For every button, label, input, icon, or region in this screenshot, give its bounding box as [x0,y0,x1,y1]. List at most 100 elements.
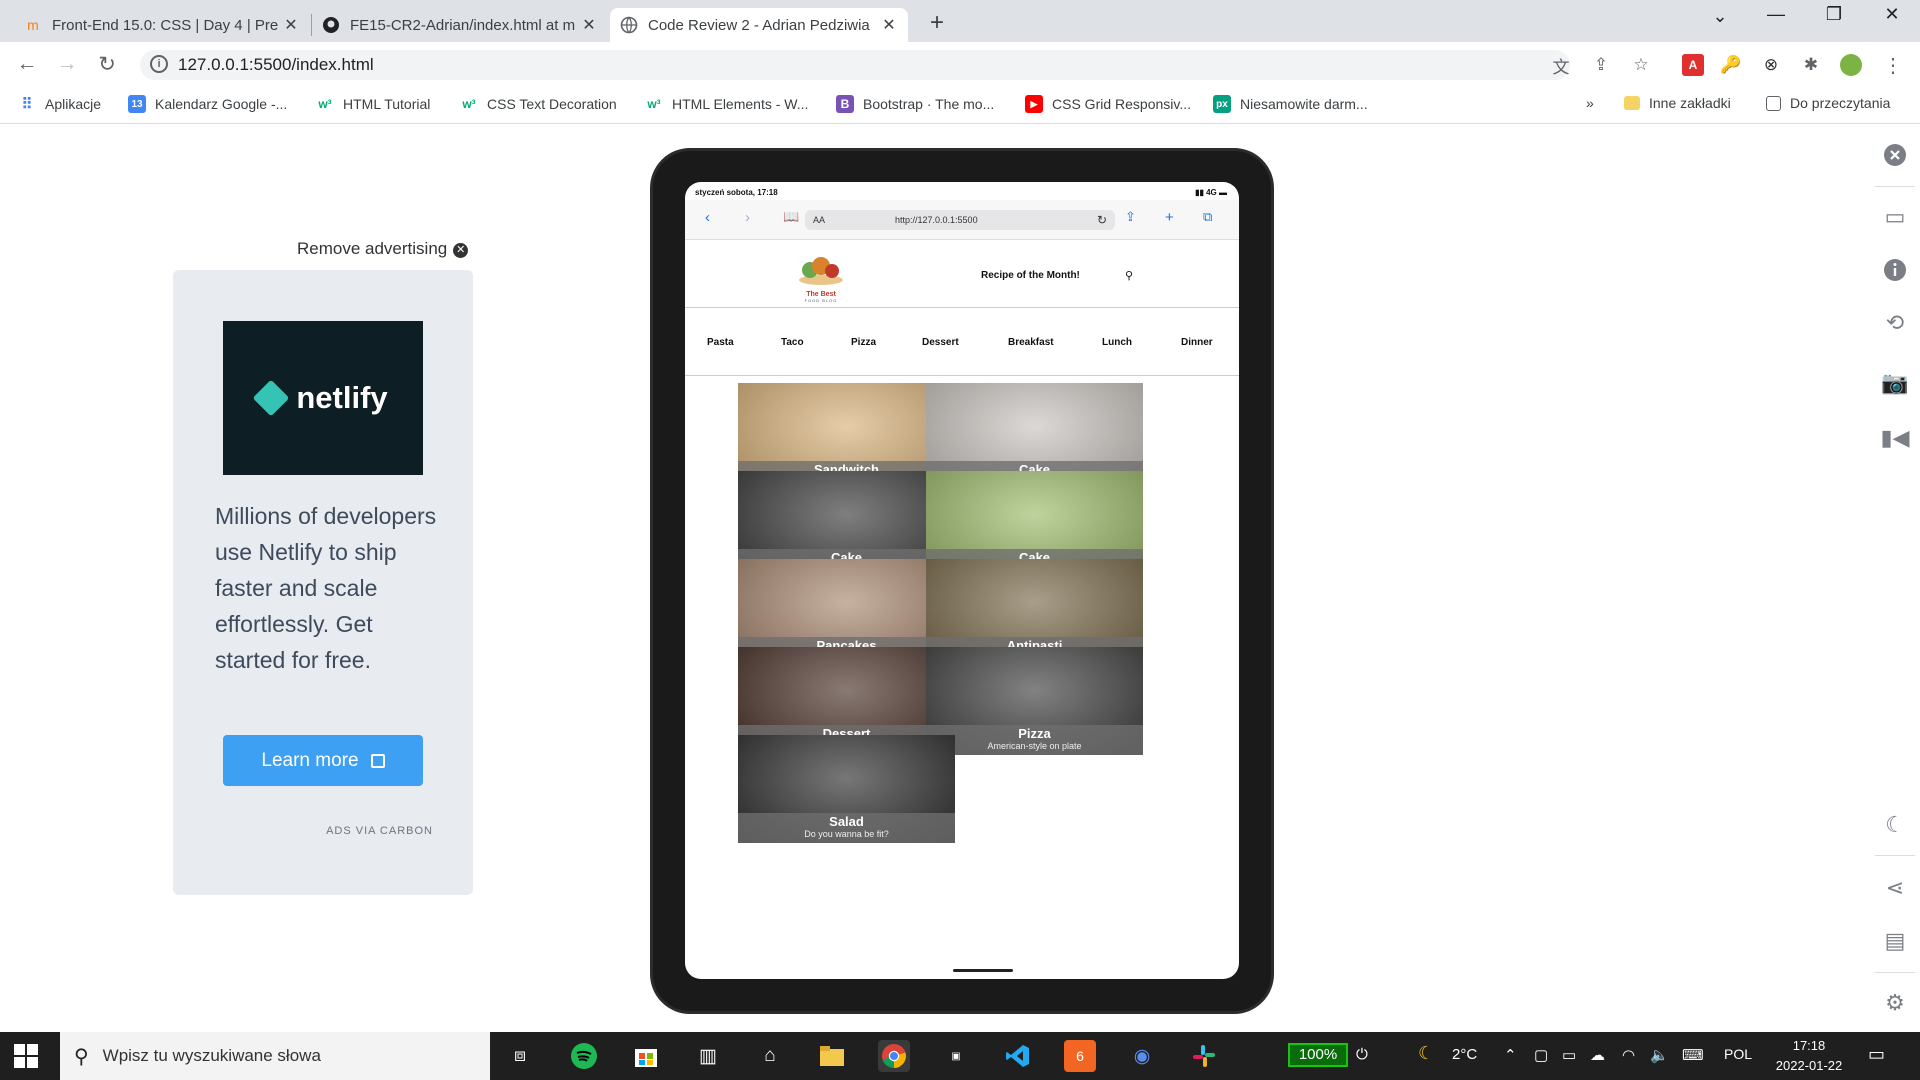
close-window-button[interactable]: ✕ [1872,4,1912,25]
safari-forward-icon[interactable]: › [745,209,750,226]
share-nodes-icon[interactable]: ⋖ [1880,873,1910,903]
onedrive-cloud-icon[interactable]: ☁ [1590,1046,1605,1064]
extensions-icon[interactable]: ✱ [1800,54,1822,76]
minimize-button[interactable]: — [1756,4,1796,25]
safari-tabs-icon[interactable]: ⧉ [1203,209,1212,225]
dark-mode-moon-icon[interactable]: ☾ [1880,810,1910,840]
devices-icon[interactable]: ▭ [1880,202,1910,232]
temperature[interactable]: 2°C [1452,1046,1477,1063]
audio-waveform-icon[interactable]: ▥ [692,1040,724,1072]
chrome-icon[interactable] [878,1040,910,1072]
bookmark-other[interactable]: Inne zakładki [1624,95,1731,111]
tab-frontend[interactable]: m Front-End 15.0: CSS | Day 4 | Pre ✕ [14,8,310,42]
category-breakfast[interactable]: Breakfast [1008,337,1054,348]
brackets-icon[interactable]: ▣ [940,1040,972,1072]
category-pizza[interactable]: Pizza [851,337,876,348]
taskbar-app-badge-icon[interactable]: 6 [1064,1040,1096,1072]
bookmark-apps[interactable]: ⠿ Aplikacje [18,95,102,113]
vscode-icon[interactable] [1002,1040,1034,1072]
bookmarks-overflow-button[interactable]: » [1586,95,1594,111]
safari-new-tab-icon[interactable]: + [1165,209,1174,226]
category-dessert[interactable]: Dessert [922,337,959,348]
microsoft-store-icon[interactable] [630,1040,662,1072]
windows-start-icon[interactable] [14,1044,38,1068]
taskbar-search-box[interactable]: ⚲ Wpisz tu wyszukiwane słowa [60,1032,490,1080]
bookmark-css-grid[interactable]: ▶ CSS Grid Responsiv... [1025,95,1191,113]
battery-percentage[interactable]: 100% [1288,1043,1348,1067]
reload-button[interactable]: ↻ [94,52,120,77]
bookmark-html-elements[interactable]: w³ HTML Elements - W... [645,95,808,113]
safari-reload-icon[interactable]: ↻ [1097,213,1107,227]
bookmark-reading-list[interactable]: Do przeczytania [1766,95,1890,111]
avatar[interactable] [1840,54,1862,76]
tab-github[interactable]: FE15-CR2-Adrian/index.html at m ✕ [312,8,608,42]
menu-icon[interactable]: ⋮ [1882,54,1904,77]
info-icon[interactable]: i [150,55,168,73]
task-view-icon[interactable]: ⧈ [504,1040,536,1072]
bookmark-calendar[interactable]: 13 Kalendarz Google -... [128,95,287,113]
plug-icon[interactable]: ⏻ [1356,1046,1368,1063]
close-icon[interactable]: ✕ [580,15,598,35]
category-dinner[interactable]: Dinner [1181,337,1213,348]
remove-advertising-link[interactable]: Remove advertising ✕ [297,239,469,259]
new-tab-button[interactable]: + [925,9,949,37]
x-extension-icon[interactable]: ⊗ [1760,54,1782,76]
keyboard-icon[interactable]: ⌨ [1682,1046,1704,1064]
slack-icon[interactable] [1188,1040,1220,1072]
forward-button[interactable]: → [54,52,80,76]
back-button[interactable]: ← [14,52,40,76]
bookmark-niesamowite[interactable]: px Niesamowite darm... [1213,95,1368,113]
address-bar[interactable]: i 127.0.0.1:5500/index.html [140,50,1570,80]
bookmark-bootstrap[interactable]: B Bootstrap · The mo... [836,95,994,113]
camera-tray-icon[interactable]: ▢ [1534,1046,1548,1064]
ad-text[interactable]: Millions of developers use Netlify to sh… [215,498,445,678]
recipe-card[interactable]: Salad Do you wanna be fit? [738,735,955,843]
home-icon[interactable]: ⌂ [754,1040,786,1072]
settings-gear-icon[interactable]: ⚙ [1880,988,1910,1018]
safari-address-bar[interactable]: AA http://127.0.0.1:5500 ↻ [805,210,1115,230]
bookmark-css-text-decoration[interactable]: w³ CSS Text Decoration [460,95,616,113]
food-blog-logo[interactable]: The Best FOOD BLOG [793,252,849,303]
reader-aa-button[interactable]: AA [813,215,825,225]
file-explorer-icon[interactable] [816,1040,848,1072]
close-icon[interactable]: ✕ [282,15,300,35]
info-circle-icon[interactable] [1880,255,1910,285]
spotify-icon[interactable] [568,1040,600,1072]
rotate-icon[interactable]: ⟲ [1880,308,1910,338]
bookmark-html-tutorial[interactable]: w³ HTML Tutorial [316,95,430,113]
star-icon[interactable]: ☆ [1630,54,1652,76]
search-icon[interactable]: ⚲ [1125,269,1133,282]
video-record-icon[interactable]: ▮◀ [1880,423,1910,453]
maximize-button[interactable]: ❐ [1814,4,1854,25]
battery-tray-icon[interactable]: ▭ [1562,1046,1576,1064]
clock[interactable]: 17:18 2022-01-22 [1764,1036,1854,1076]
wifi-icon[interactable]: ◠ [1622,1046,1635,1064]
category-pasta[interactable]: Pasta [707,337,734,348]
notifications-icon[interactable]: ▭ [1868,1044,1885,1065]
volume-icon[interactable]: 🔈 [1650,1046,1669,1064]
close-viewer-icon[interactable] [1880,140,1910,170]
safari-back-icon[interactable]: ‹ [705,209,710,226]
key-extension-icon[interactable]: 🔑 [1720,54,1742,76]
bookmarks-book-icon[interactable]: 📖 [783,209,799,225]
category-lunch[interactable]: Lunch [1102,337,1132,348]
category-taco[interactable]: Taco [781,337,804,348]
netlify-logo[interactable]: netlify [223,321,423,475]
learn-more-button[interactable]: Learn more [223,735,423,786]
safari-share-icon[interactable]: ⇪ [1125,209,1136,225]
tab-code-review[interactable]: Code Review 2 - Adrian Pedziwia ✕ [610,8,908,42]
chevron-up-icon[interactable]: ⌃ [1504,1046,1517,1064]
weather-moon-icon[interactable]: ☾ [1418,1043,1434,1064]
input-language[interactable]: POL [1724,1046,1752,1062]
share-icon[interactable]: ⇪ [1590,54,1612,76]
ads-via-carbon[interactable]: ADS VIA CARBON [326,825,433,837]
tab-search-icon[interactable]: ⌄ [1700,6,1740,27]
translate-icon[interactable]: 文 [1550,54,1572,77]
recipe-of-month-link[interactable]: Recipe of the Month! [981,270,1080,281]
vpn-app-icon[interactable]: ◉ [1126,1040,1158,1072]
close-icon[interactable]: ✕ [880,15,898,35]
recipe-card[interactable]: Pizza American-style on plate [926,647,1143,755]
screenshot-camera-icon[interactable]: 📷 [1880,368,1910,398]
feedback-chat-icon[interactable]: ▤ [1880,926,1910,956]
pdf-extension-icon[interactable]: A [1682,54,1704,76]
